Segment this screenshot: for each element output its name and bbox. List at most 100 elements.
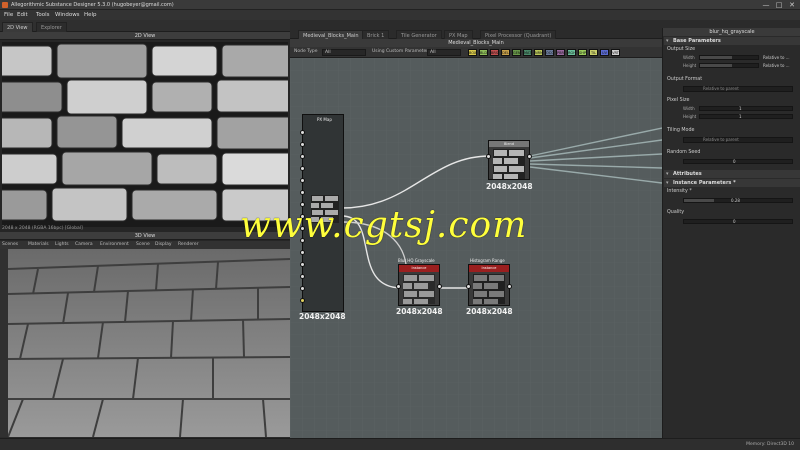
- tiling-mode-value: Relative to parent: [703, 137, 739, 142]
- brick-texture-2d: [2, 42, 288, 227]
- histo-output-port[interactable]: [507, 284, 512, 289]
- histo-input-port[interactable]: [466, 284, 471, 289]
- graph-canvas[interactable]: PX Map 2048x2048 Blend 2048x2048 Blur HQ…: [290, 58, 662, 438]
- menu-bar: File Edit Tools Windows Help: [0, 10, 800, 20]
- filter-chip-occ[interactable]: OCC: [545, 49, 554, 56]
- view-2d-canvas[interactable]: [2, 42, 288, 227]
- histo-node-resolution: 2048x2048: [466, 307, 513, 316]
- instance-parameters-section[interactable]: Instance Parameters *: [664, 179, 800, 187]
- output-height-slider[interactable]: [699, 63, 759, 68]
- filter-chip-vrt[interactable]: VRT: [611, 49, 620, 56]
- pixel-height-label: Height: [683, 114, 697, 119]
- pixel-height-slider[interactable]: [699, 114, 793, 119]
- px-map-resolution: 2048x2048: [299, 312, 346, 321]
- blur-hq-node[interactable]: Instance: [398, 264, 440, 306]
- base-parameters-section[interactable]: Base Parameters: [664, 37, 800, 45]
- view3d-menu-materials[interactable]: Materials: [28, 242, 49, 247]
- output-format-label: Output Format: [667, 77, 703, 82]
- filter-chip-til[interactable]: TIL: [589, 49, 598, 56]
- frame-input-port[interactable]: [300, 262, 305, 267]
- output-height-value[interactable]: Relative to ...: [763, 63, 790, 68]
- tab-explorer[interactable]: Explorer: [36, 22, 67, 32]
- menu-edit[interactable]: Edit: [17, 12, 28, 18]
- view3d-menu-scene[interactable]: Scene: [136, 242, 150, 247]
- px-map-frame-title: PX Map: [317, 117, 332, 122]
- filter-chip-shp[interactable]: SHP: [578, 49, 587, 56]
- menu-tools[interactable]: Tools: [36, 12, 50, 18]
- random-seed-slider[interactable]: [683, 159, 793, 164]
- filter-chip-bld[interactable]: BLD: [479, 49, 488, 56]
- view-2d-panel: 2D View 2048 x 2048 (RGBA 16bpc) [Global…: [0, 32, 290, 232]
- watermark-text: www.cgtsj.com: [240, 205, 528, 246]
- frame-input-port[interactable]: [300, 154, 305, 159]
- blend-node[interactable]: Blend: [488, 140, 530, 180]
- frame-input-port[interactable]: [300, 250, 305, 255]
- view3d-menu-environment[interactable]: Environment: [100, 242, 129, 247]
- quality-slider[interactable]: [683, 219, 793, 224]
- filter-chip-brs[interactable]: BRS: [490, 49, 499, 56]
- pixel-size-label: Pixel Size: [667, 98, 690, 103]
- intensity-fill: [684, 199, 715, 202]
- blur-output-port[interactable]: [437, 284, 442, 289]
- pixel-width-slider[interactable]: [699, 106, 793, 111]
- menu-help[interactable]: Help: [84, 12, 97, 18]
- attributes-section[interactable]: Attributes: [664, 170, 800, 178]
- tab-2d-view-label: 2D View: [7, 25, 28, 31]
- tiling-mode-label: Tiling Mode: [667, 128, 695, 133]
- view3d-menu-scenes[interactable]: Scenes: [2, 242, 18, 247]
- frame-input-port[interactable]: [300, 142, 305, 147]
- quality-label: Quality: [667, 210, 685, 215]
- blend-input-port[interactable]: [486, 154, 491, 159]
- pixel-height-value: 1: [739, 114, 742, 119]
- frame-input-port[interactable]: [300, 166, 305, 171]
- blur-input-port[interactable]: [396, 284, 401, 289]
- histo-node-thumb: [473, 274, 505, 304]
- output-format-value: Relative to parent: [703, 86, 739, 91]
- blend-node-resolution: 2048x2048: [486, 182, 533, 191]
- view3d-menu-renderer[interactable]: Renderer: [178, 242, 199, 247]
- filter-chip-mat[interactable]: MAT: [523, 49, 532, 56]
- maximize-button[interactable]: □: [773, 1, 785, 9]
- filter-chip-rgh[interactable]: RGH: [567, 49, 576, 56]
- random-seed-value: 0: [733, 159, 736, 164]
- output-width-slider[interactable]: [699, 55, 759, 60]
- frame-input-port[interactable]: [300, 190, 305, 195]
- frame-input-port[interactable]: [300, 178, 305, 183]
- node-type-select[interactable]: All: [322, 49, 366, 56]
- filter-select[interactable]: All: [427, 49, 461, 56]
- blur-node-title: Blur HQ Grayscale: [398, 258, 435, 263]
- menu-file[interactable]: File: [4, 12, 13, 18]
- close-button[interactable]: ✕: [786, 1, 798, 9]
- filter-chip-box[interactable]: BOX: [468, 49, 477, 56]
- tab-2d-view[interactable]: 2D View: [2, 22, 33, 32]
- blur-node-resolution: 2048x2048: [396, 307, 443, 316]
- output-width-value[interactable]: Relative to ...: [763, 55, 790, 60]
- frame-input-port[interactable]: [300, 274, 305, 279]
- pixel-width-value: 1: [739, 106, 742, 111]
- graph-toolbar: Node Type All Using Custom Parameters Al…: [290, 47, 662, 58]
- view3d-menu-lights[interactable]: Lights: [55, 242, 69, 247]
- filter-chip-uv[interactable]: UV: [600, 49, 609, 56]
- graph-header: Medieval_Blocks_Main: [290, 39, 662, 47]
- view-3d-side-toolbar: [0, 249, 8, 437]
- filter-chip-nrm[interactable]: NRM: [534, 49, 543, 56]
- frame-input-port[interactable]: [300, 130, 305, 135]
- pixel-width-label: Width: [683, 106, 695, 111]
- filter-label: Using Custom Parameters: [372, 49, 431, 54]
- status-bar: Memory: Direct3D 10: [0, 438, 800, 450]
- graph-tab-bar: Medieval_Blocks_Main Brick 1 Tile Genera…: [290, 28, 662, 40]
- view3d-menu-display[interactable]: Display: [155, 242, 172, 247]
- window-title: Allegorithmic Substance Designer 5.3.0 (…: [11, 2, 174, 8]
- view3d-menu-camera[interactable]: Camera: [75, 242, 93, 247]
- title-bar: Allegorithmic Substance Designer 5.3.0 (…: [0, 0, 800, 10]
- filter-chip-gen[interactable]: GEN: [512, 49, 521, 56]
- minimize-button[interactable]: —: [760, 1, 772, 9]
- frame-input-port[interactable]: [300, 298, 305, 303]
- filter-chip-del[interactable]: DEL: [501, 49, 510, 56]
- filter-chip-pbr[interactable]: PBR: [556, 49, 565, 56]
- blend-output-port[interactable]: [527, 154, 532, 159]
- view-3d-canvas[interactable]: [8, 249, 290, 437]
- histogram-range-node[interactable]: Instance: [468, 264, 510, 306]
- frame-input-port[interactable]: [300, 286, 305, 291]
- menu-windows[interactable]: Windows: [55, 12, 80, 18]
